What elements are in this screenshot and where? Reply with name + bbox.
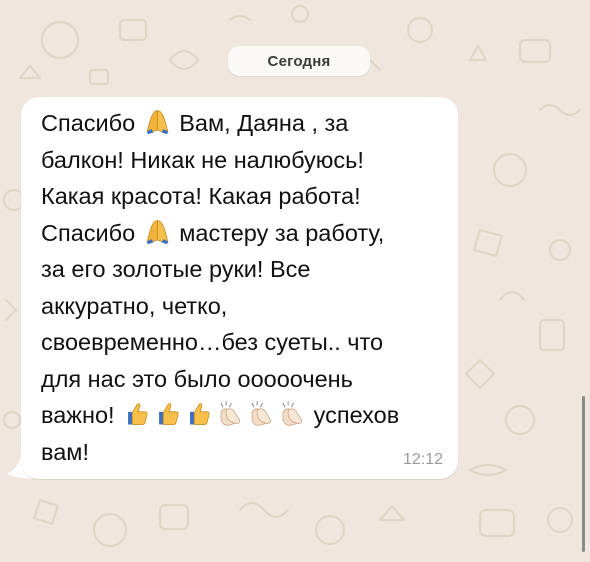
message-text-segment: Спасибо xyxy=(41,110,142,136)
message-line: своевременно…без суеты.. что xyxy=(41,324,441,361)
message-text-segment: балкон! Никак не налюбуюсь! xyxy=(41,146,364,173)
clapping-hands-icon xyxy=(247,400,274,427)
message-text-segment: своевременно…без суеты.. что xyxy=(41,329,384,355)
message-line: Спасибо мастеру за работу, xyxy=(41,215,441,252)
message-text-segment: аккуратно, четко, xyxy=(41,292,228,319)
message-line: для нас это было ооооочень xyxy=(41,361,441,398)
clapping-hands-icon xyxy=(278,400,305,427)
thumbs-up-icon xyxy=(154,400,181,427)
message-text-segment: для нас это было ооооочень xyxy=(41,365,353,392)
incoming-message-bubble[interactable]: Спасибо Вам, Даяна , за балкон! Никак не … xyxy=(21,97,458,479)
message-text-segment: за его золотые руки! Все xyxy=(41,256,311,282)
message-text-segment: Спасибо xyxy=(41,219,142,246)
message-line: за его золотые руки! Все xyxy=(41,251,441,288)
message-text-segment: успехов xyxy=(307,402,400,428)
folded-hands-icon xyxy=(144,108,171,135)
message-timestamp: 12:12 xyxy=(402,451,443,468)
message-text-segment: важно! xyxy=(41,402,122,428)
date-separator-label: Сегодня xyxy=(267,52,331,70)
message-line: балкон! Никак не налюбуюсь! xyxy=(41,142,441,179)
folded-hands-icon xyxy=(144,218,171,245)
message-line: Спасибо Вам, Даяна , за xyxy=(41,105,441,142)
message-text-segment: мастеру за работу, xyxy=(172,219,385,246)
thumbs-up-icon xyxy=(185,400,212,427)
message-text-segment: вам! xyxy=(41,438,89,465)
message-text: Спасибо Вам, Даяна , за балкон! Никак не … xyxy=(41,105,441,470)
date-separator: Сегодня xyxy=(228,46,370,76)
message-line: вам! xyxy=(41,434,441,471)
thumbs-up-icon xyxy=(123,400,150,427)
clapping-hands-icon xyxy=(216,400,243,427)
message-line: аккуратно, четко, xyxy=(41,288,441,325)
message-text-segment: Какая красота! Какая работа! xyxy=(41,183,361,209)
scrollbar-thumb[interactable] xyxy=(582,396,585,552)
message-text-segment: Вам, Даяна , за xyxy=(172,110,349,136)
message-line: Какая красота! Какая работа! xyxy=(41,178,441,215)
message-line: важно! успехов xyxy=(41,397,441,434)
